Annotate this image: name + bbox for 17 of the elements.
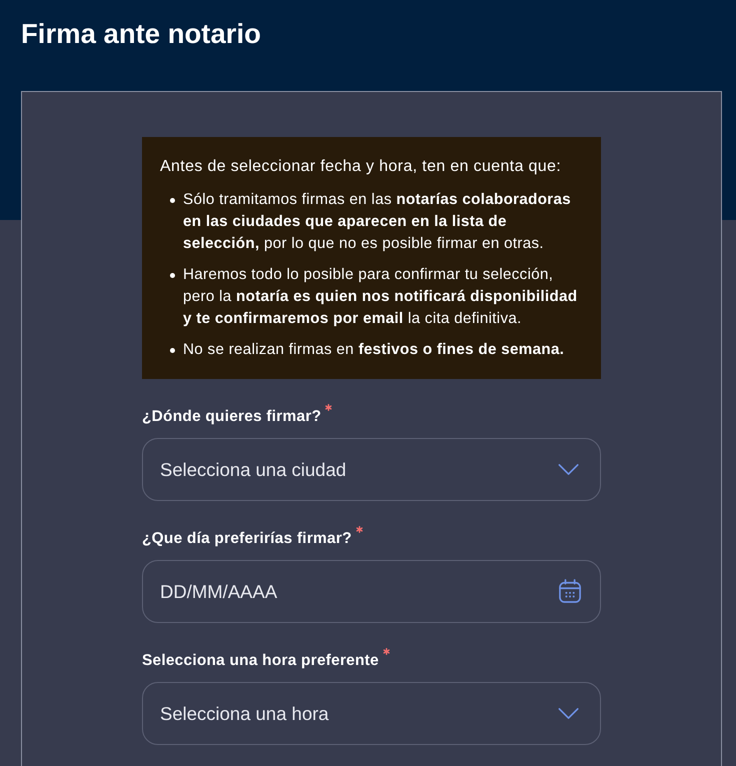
field-label: ¿Dónde quieres firmar?	[142, 407, 322, 427]
notice-item: No se realizan firmas en festivos o fines de semana.	[183, 340, 564, 360]
page-title: Firma ante notario	[21, 17, 261, 51]
calendar-icon[interactable]	[559, 579, 581, 603]
bullet-icon	[170, 273, 175, 278]
date-field[interactable]: DD/MM/AAAA	[142, 560, 601, 623]
notice-item: Sólo tramitamos firmas en las notarías colaboradoras en las ciudades que aparecen en la lista de selección, por lo que no es posible firmar en otras.	[183, 190, 572, 254]
notice-item: Haremos todo lo posible para confirmar tu selección, pero la notaría es quien nos notificará disponibilidad y te confirmaremos por email la cita definitiva.	[183, 265, 578, 329]
bullet-icon	[170, 198, 175, 203]
select-field[interactable]: Selecciona una ciudad	[142, 438, 601, 501]
notice-intro: Antes de seleccionar fecha y hora, ten en cuenta que:	[160, 157, 562, 177]
field-label: Selecciona una hora preferente	[142, 651, 379, 671]
field-label: ¿Que día preferirías firmar?	[142, 529, 352, 549]
chevron-down-icon	[558, 464, 579, 475]
chevron-down-icon	[558, 708, 579, 719]
bullet-icon	[170, 348, 175, 353]
select-field[interactable]: Selecciona una hora	[142, 682, 601, 745]
